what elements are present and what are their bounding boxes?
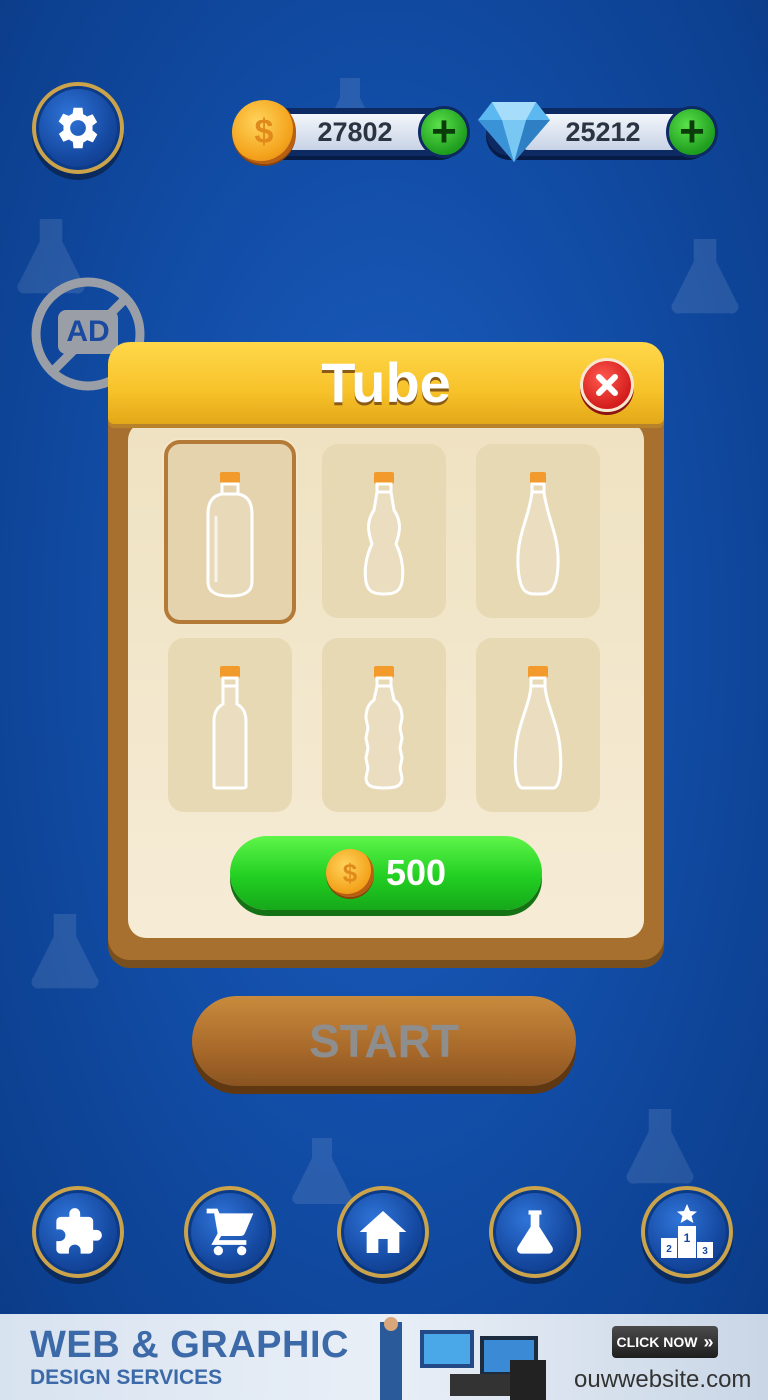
tube-option-bowling-pin[interactable] bbox=[476, 444, 600, 618]
puzzle-button[interactable] bbox=[32, 1186, 124, 1278]
close-button[interactable] bbox=[580, 358, 634, 412]
wine-bottle-icon bbox=[212, 666, 248, 790]
cart-icon bbox=[206, 1208, 254, 1256]
add-coins-button[interactable]: + bbox=[418, 106, 470, 158]
puzzle-icon bbox=[56, 1208, 102, 1254]
ad-subtitle: DESIGN SERVICES bbox=[30, 1366, 223, 1389]
podium-icon: 1 2 3 bbox=[661, 1204, 713, 1258]
buy-tube-button[interactable]: $ 500 bbox=[230, 836, 542, 910]
coin-count: 27802 bbox=[274, 114, 436, 150]
tube-option-wine[interactable] bbox=[168, 638, 292, 812]
background-flask-icon bbox=[626, 1109, 694, 1184]
tube-option-capsule[interactable] bbox=[164, 440, 296, 624]
leaderboard-button[interactable]: 1 2 3 bbox=[641, 1186, 733, 1278]
ad-title: WEB & GRAPHIC bbox=[30, 1324, 349, 1366]
home-icon bbox=[359, 1211, 407, 1253]
tube-panel: Tube $ 500 bbox=[108, 342, 664, 960]
gear-icon bbox=[58, 107, 98, 149]
lab-button[interactable] bbox=[489, 1186, 581, 1278]
svg-text:3: 3 bbox=[702, 1246, 708, 1257]
cola-bottle-icon bbox=[363, 472, 405, 596]
add-gems-button[interactable]: + bbox=[666, 106, 718, 158]
background-flask-icon bbox=[31, 914, 99, 989]
bowling-pin-bottle-icon bbox=[516, 472, 560, 596]
ad-banner[interactable]: WEB & GRAPHIC DESIGN SERVICES CLICK NOW»… bbox=[0, 1314, 768, 1400]
shop-button[interactable] bbox=[184, 1186, 276, 1278]
ad-site: ouwwebsite.com bbox=[574, 1366, 752, 1393]
svg-text:1: 1 bbox=[684, 1231, 691, 1245]
background-flask-icon bbox=[671, 239, 739, 314]
home-button[interactable] bbox=[337, 1186, 429, 1278]
start-button[interactable]: START bbox=[192, 996, 576, 1086]
ribbed-bottle-icon bbox=[364, 666, 404, 790]
ad-click-now-button[interactable]: CLICK NOW» bbox=[612, 1326, 718, 1358]
capsule-tube-icon bbox=[206, 472, 254, 598]
coin-icon: $ bbox=[325, 849, 374, 897]
settings-button[interactable] bbox=[32, 82, 124, 174]
teardrop-bottle-icon bbox=[513, 666, 563, 790]
buy-price: 500 bbox=[385, 852, 447, 893]
close-icon bbox=[596, 374, 618, 396]
tube-option-teardrop[interactable] bbox=[476, 638, 600, 812]
tube-option-cola[interactable] bbox=[322, 444, 446, 618]
svg-text:2: 2 bbox=[666, 1244, 672, 1255]
tube-option-ribbed[interactable] bbox=[322, 638, 446, 812]
ad-illustration bbox=[380, 1317, 546, 1400]
diamond-icon bbox=[478, 102, 550, 162]
coin-icon: $ bbox=[232, 100, 296, 164]
flask-icon bbox=[517, 1210, 553, 1254]
